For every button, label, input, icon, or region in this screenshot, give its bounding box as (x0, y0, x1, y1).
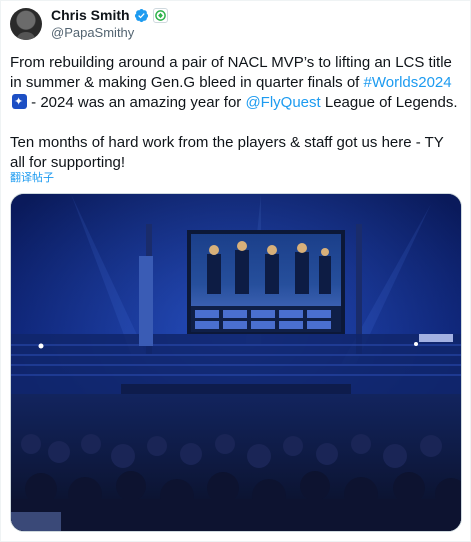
tweet-text-part: - 2024 was an amazing year for (27, 94, 246, 111)
mention-link[interactable]: @FlyQuest (245, 94, 320, 111)
tweet-paragraph-2: Ten months of hard work from the players… (10, 134, 444, 171)
arena-stage-photo (11, 194, 461, 531)
tweet-text: From rebuilding around a pair of NACL MV… (10, 53, 460, 173)
translate-post-link[interactable]: 翻译帖子 (10, 169, 54, 185)
avatar[interactable] (10, 8, 42, 40)
tweet-text-part: League of Legends. (320, 94, 458, 111)
verified-badge-icon (134, 8, 148, 22)
affiliate-badge-icon[interactable] (152, 7, 168, 23)
author-display-name[interactable]: Chris Smith (51, 7, 130, 23)
worlds-hashflag-icon (12, 92, 27, 112)
tweet-photo[interactable] (10, 193, 462, 532)
author-handle[interactable]: @PapaSmithy (51, 25, 134, 40)
tweet-card[interactable]: Chris Smith @PapaSmithy From rebuilding … (0, 0, 471, 542)
author-name-row: Chris Smith (51, 7, 168, 23)
hashtag-link[interactable]: #Worlds2024 (364, 74, 452, 91)
